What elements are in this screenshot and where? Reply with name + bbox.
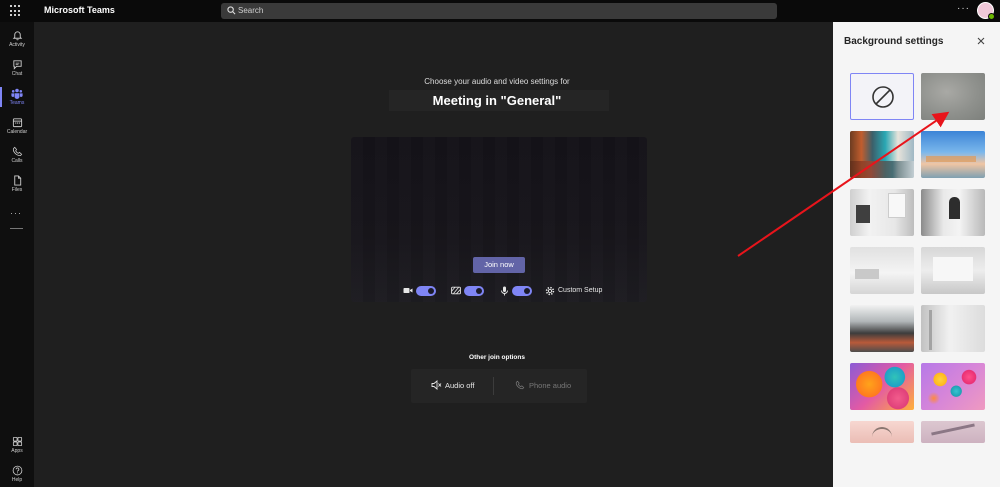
avatar[interactable] bbox=[977, 2, 995, 20]
search-input[interactable]: Search bbox=[221, 3, 777, 19]
presence-available-icon bbox=[988, 13, 995, 20]
gear-icon bbox=[545, 286, 555, 296]
background-tile-beach-sky[interactable] bbox=[921, 131, 985, 178]
top-bar: Microsoft Teams Search ··· bbox=[0, 0, 1000, 22]
background-tile-white-loft[interactable] bbox=[850, 247, 914, 294]
microphone-control bbox=[500, 285, 534, 297]
rail-item-calls[interactable]: Calls bbox=[0, 142, 34, 168]
bell-icon bbox=[12, 31, 22, 41]
video-preview: Join now Custom Setup bbox=[351, 137, 647, 302]
meeting-title: Meeting in "General" bbox=[432, 93, 562, 108]
more-apps-icon[interactable]: ··· bbox=[10, 208, 22, 218]
background-tile-white-hallway[interactable] bbox=[921, 305, 985, 352]
rail-label: Teams bbox=[9, 100, 25, 106]
background-tile-white-room-window[interactable] bbox=[850, 189, 914, 236]
chat-icon bbox=[12, 60, 22, 70]
rail-divider bbox=[10, 228, 23, 229]
background-tile-balloons-purple[interactable] bbox=[921, 363, 985, 410]
rail-label: Files bbox=[11, 187, 23, 193]
calendar-icon bbox=[12, 118, 22, 128]
rail-item-apps[interactable]: Apps bbox=[0, 432, 34, 458]
other-join-options-title: Other join options bbox=[469, 354, 525, 361]
phone-audio-label: Phone audio bbox=[529, 381, 572, 390]
rail-label: Apps bbox=[11, 448, 23, 454]
background-tile-white-gallery[interactable] bbox=[921, 247, 985, 294]
search-placeholder: Search bbox=[238, 6, 264, 15]
custom-setup-button[interactable]: Custom Setup bbox=[545, 285, 625, 297]
background-effects-icon bbox=[451, 286, 461, 295]
options-divider bbox=[493, 377, 494, 395]
close-icon[interactable] bbox=[975, 35, 987, 47]
speaker-off-icon bbox=[431, 380, 442, 390]
app-launcher-icon[interactable] bbox=[10, 5, 22, 17]
camera-toggle[interactable] bbox=[416, 286, 436, 296]
rail-item-files[interactable]: Files bbox=[0, 171, 34, 197]
apps-icon bbox=[12, 436, 22, 447]
app-rail: Activity Chat Teams Calendar Calls Files… bbox=[0, 22, 34, 487]
background-tile-white-room-mirror[interactable] bbox=[921, 189, 985, 236]
background-tile-none[interactable] bbox=[850, 73, 914, 120]
camera-icon bbox=[403, 288, 413, 293]
no-background-icon bbox=[872, 86, 894, 108]
rail-item-chat[interactable]: Chat bbox=[0, 55, 34, 81]
custom-setup-label: Custom Setup bbox=[558, 287, 603, 294]
background-tile-blur[interactable] bbox=[921, 73, 985, 120]
background-settings-panel: Background settings bbox=[833, 22, 1000, 487]
background-tile-industrial-office[interactable] bbox=[850, 305, 914, 352]
rail-item-help[interactable]: Help bbox=[0, 461, 34, 487]
other-join-options: Audio off Phone audio bbox=[411, 369, 587, 403]
background-tile-pink-landscape[interactable] bbox=[850, 421, 914, 443]
rail-item-activity[interactable]: Activity bbox=[0, 26, 34, 52]
search-icon bbox=[227, 6, 236, 15]
rail-item-calendar[interactable]: Calendar bbox=[0, 113, 34, 139]
audio-off-button[interactable]: Audio off bbox=[431, 380, 475, 390]
microphone-icon bbox=[501, 286, 508, 296]
teams-icon bbox=[11, 88, 23, 99]
background-tile-office-colorful[interactable] bbox=[850, 131, 914, 178]
more-options-icon[interactable]: ··· bbox=[957, 3, 970, 14]
rail-item-teams[interactable]: Teams bbox=[0, 84, 34, 110]
audio-off-label: Audio off bbox=[445, 381, 475, 390]
help-icon bbox=[12, 465, 22, 476]
background-tile-balloons-orange[interactable] bbox=[850, 363, 914, 410]
background-effects-toggle[interactable] bbox=[464, 286, 484, 296]
join-now-button[interactable]: Join now bbox=[473, 257, 525, 273]
prejoin-screen: Choose your audio and video settings for… bbox=[34, 22, 833, 487]
phone-icon bbox=[12, 146, 22, 157]
panel-title: Background settings bbox=[844, 36, 944, 47]
phone-audio-button[interactable]: Phone audio bbox=[515, 380, 572, 390]
rail-label: Help bbox=[11, 477, 23, 483]
background-tile-pink-tower[interactable] bbox=[921, 421, 985, 443]
teams-app: Microsoft Teams Search ··· Activity Chat… bbox=[0, 0, 1000, 487]
background-effects-control bbox=[451, 285, 485, 297]
rail-label: Activity bbox=[9, 42, 25, 48]
app-name: Microsoft Teams bbox=[44, 5, 115, 15]
rail-label: Chat bbox=[11, 71, 23, 77]
prejoin-subtitle: Choose your audio and video settings for bbox=[424, 77, 570, 86]
rail-label: Calendar bbox=[6, 129, 28, 135]
file-icon bbox=[13, 175, 21, 186]
phone-icon bbox=[515, 380, 525, 390]
rail-label: Calls bbox=[11, 158, 23, 164]
microphone-toggle[interactable] bbox=[512, 286, 532, 296]
camera-control bbox=[403, 285, 437, 297]
